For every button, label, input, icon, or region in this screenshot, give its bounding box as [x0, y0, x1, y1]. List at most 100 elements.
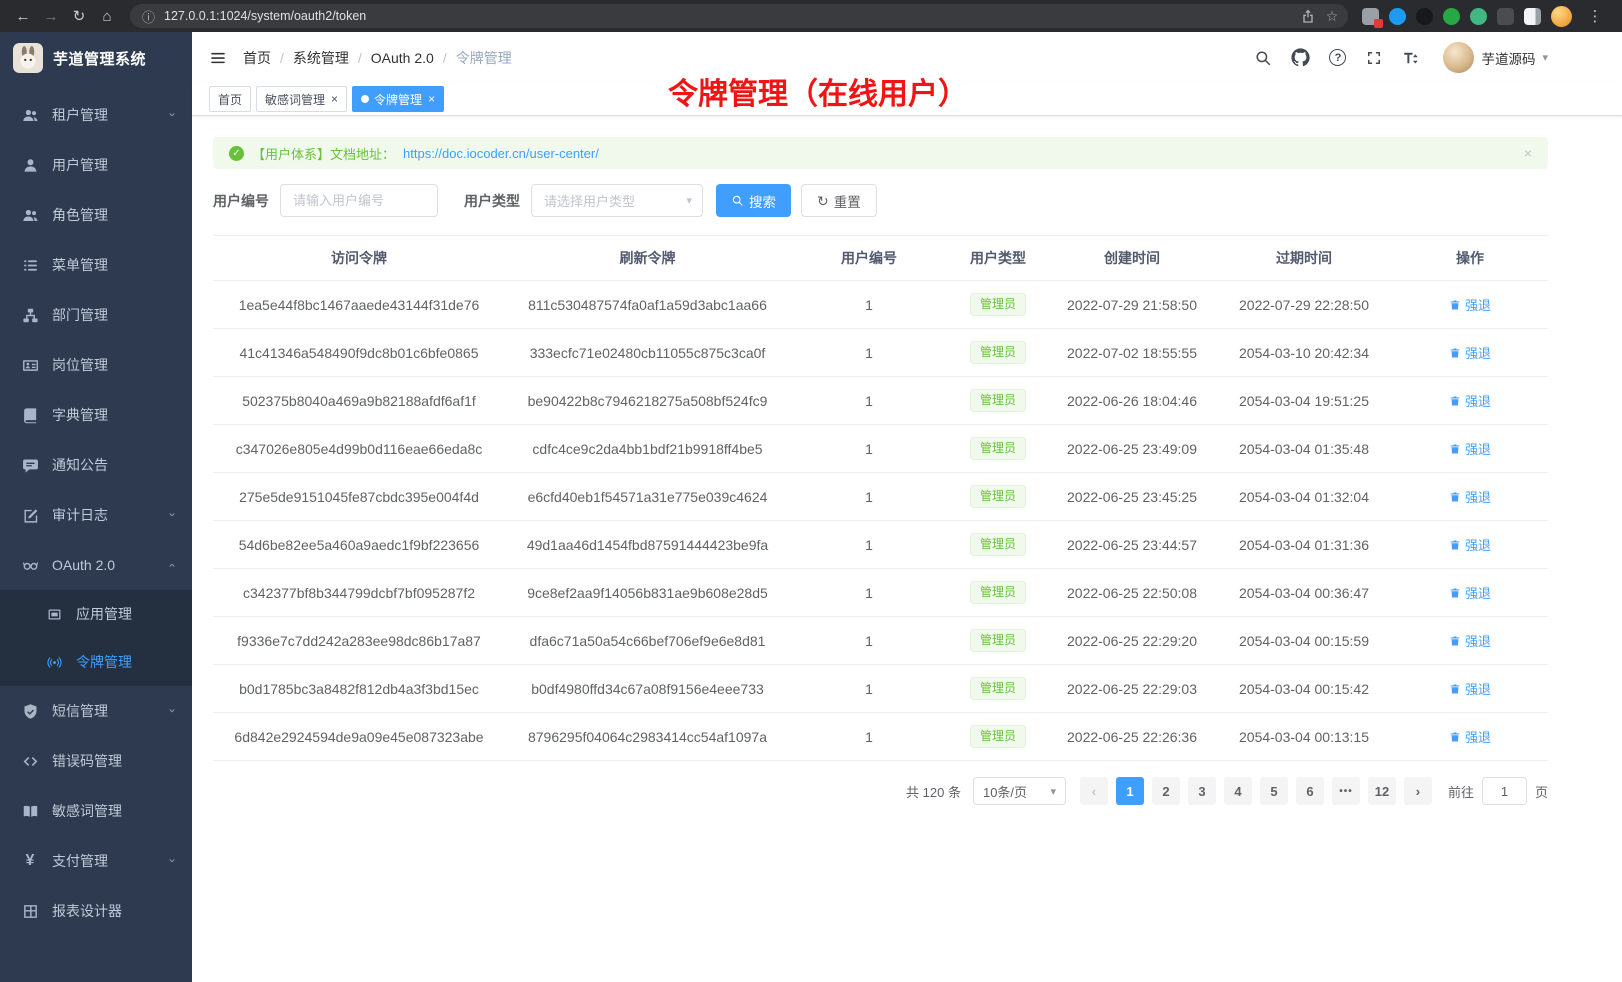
page-size-select[interactable]: 10条/页 ▾	[973, 777, 1066, 805]
active-tab-dot	[361, 95, 369, 103]
sidebar-item-label: 错误码管理	[52, 751, 177, 771]
share-icon[interactable]	[1296, 4, 1320, 28]
force-logout-button[interactable]: 强退	[1449, 631, 1491, 650]
cell-user-id: 1	[790, 281, 948, 329]
sidebar-item-error-code[interactable]: 错误码管理	[0, 736, 192, 786]
breadcrumb-home[interactable]: 首页	[243, 48, 271, 68]
sidebar-toggle-icon[interactable]	[209, 49, 227, 67]
home-icon[interactable]: ⌂	[94, 3, 120, 29]
breadcrumb-oauth[interactable]: OAuth 2.0	[371, 50, 434, 66]
page-button-6[interactable]: 6	[1296, 777, 1324, 805]
page-button-4[interactable]: 4	[1224, 777, 1252, 805]
force-logout-button[interactable]: 强退	[1449, 583, 1491, 602]
breadcrumb-current: 令牌管理	[456, 48, 512, 68]
close-icon[interactable]: ×	[331, 93, 338, 105]
caret-down-icon: ▾	[686, 194, 692, 207]
sidebar-item-oauth-app[interactable]: 应用管理	[0, 590, 192, 638]
search-button[interactable]: 搜索	[716, 184, 791, 217]
sidebar-item-tenant[interactable]: 租户管理	[0, 90, 192, 140]
next-page-button[interactable]: ›	[1404, 777, 1432, 805]
side-panel-icon[interactable]	[1524, 8, 1541, 25]
github-icon[interactable]	[1291, 48, 1310, 67]
tab-token-mgmt[interactable]: 令牌管理 ×	[352, 86, 444, 112]
page-button-5[interactable]: 5	[1260, 777, 1288, 805]
sidebar-item-oauth[interactable]: OAuth 2.0	[0, 540, 192, 590]
sidebar-item-sms[interactable]: 短信管理	[0, 686, 192, 736]
cell-expire-time: 2054-03-04 00:13:15	[1216, 713, 1392, 761]
browser-profile-avatar[interactable]	[1551, 6, 1572, 27]
force-logout-button[interactable]: 强退	[1449, 535, 1491, 554]
cell-create-time: 2022-06-25 23:44:57	[1048, 521, 1216, 569]
reload-icon[interactable]: ↻	[66, 3, 92, 29]
tab-home[interactable]: 首页	[209, 86, 251, 112]
user-type-badge: 管理员	[970, 293, 1026, 317]
sidebar-item-notice[interactable]: 通知公告	[0, 440, 192, 490]
close-icon[interactable]: ×	[428, 93, 435, 105]
page-button-2[interactable]: 2	[1152, 777, 1180, 805]
breadcrumb-system[interactable]: 系统管理	[293, 48, 349, 68]
force-logout-button[interactable]: 强退	[1449, 487, 1491, 506]
force-logout-button[interactable]: 强退	[1449, 343, 1491, 362]
search-button-label: 搜索	[749, 191, 776, 211]
force-logout-label: 强退	[1465, 343, 1491, 362]
extension-icon-1[interactable]	[1362, 8, 1379, 25]
force-logout-button[interactable]: 强退	[1449, 439, 1491, 458]
page-button-12[interactable]: 12	[1368, 777, 1396, 805]
sidebar-item-oauth-token[interactable]: 令牌管理	[0, 638, 192, 686]
user-type-badge: 管理员	[970, 485, 1026, 509]
goto-page-input[interactable]	[1482, 777, 1527, 805]
user-type-select[interactable]: 请选择用户类型 ▾	[531, 184, 703, 217]
more-pages-button[interactable]: •••	[1332, 777, 1360, 805]
help-icon[interactable]: ?	[1329, 49, 1346, 66]
force-logout-button[interactable]: 强退	[1449, 679, 1491, 698]
reset-button[interactable]: ↻ 重置	[801, 184, 877, 217]
page-button-1[interactable]: 1	[1116, 777, 1144, 805]
extension-icon-3[interactable]	[1416, 8, 1433, 25]
sidebar-item-post[interactable]: 岗位管理	[0, 340, 192, 390]
force-logout-label: 强退	[1465, 439, 1491, 458]
sidebar-item-payment[interactable]: ¥ 支付管理	[0, 836, 192, 886]
sidebar-menu: 租户管理 用户管理 角色管理 菜单管理 部门管理 岗位管理	[0, 84, 192, 936]
sidebar-item-sensitive-word[interactable]: 敏感词管理	[0, 786, 192, 836]
success-check-icon: ✓	[229, 146, 244, 161]
force-logout-button[interactable]: 强退	[1449, 391, 1491, 410]
search-icon[interactable]	[1254, 49, 1272, 67]
chevron-down-icon	[167, 856, 177, 866]
extension-icon-6[interactable]	[1497, 8, 1514, 25]
browser-menu-icon[interactable]: ⋮	[1582, 3, 1608, 29]
sidebar-item-audit-log[interactable]: 审计日志	[0, 490, 192, 540]
sidebar-item-report-designer[interactable]: 报表设计器	[0, 886, 192, 936]
fullscreen-icon[interactable]	[1365, 49, 1383, 67]
cell-access-token: b0d1785bc3a8482f812db4a3f3bd15ec	[213, 665, 505, 713]
app-root: 芋道管理系统 租户管理 用户管理 角色管理 菜单管理 部门管理	[0, 32, 1622, 982]
user-id-input[interactable]	[280, 184, 438, 217]
forward-icon[interactable]: →	[38, 3, 64, 29]
bookmark-star-icon[interactable]: ☆	[1320, 4, 1344, 28]
doc-alert: ✓ 【用户体系】文档地址： https://doc.iocoder.cn/use…	[213, 137, 1548, 169]
force-logout-button[interactable]: 强退	[1449, 727, 1491, 746]
font-size-icon[interactable]	[1402, 49, 1420, 67]
sidebar-item-menu[interactable]: 菜单管理	[0, 240, 192, 290]
force-logout-button[interactable]: 强退	[1449, 295, 1491, 314]
url-bar[interactable]: ⓘ 127.0.0.1:1024/system/oauth2/token ☆	[130, 4, 1348, 28]
extension-icon-2[interactable]	[1389, 8, 1406, 25]
page-button-3[interactable]: 3	[1188, 777, 1216, 805]
tab-sensitive-word[interactable]: 敏感词管理 ×	[256, 86, 347, 112]
back-icon[interactable]: ←	[10, 3, 36, 29]
cell-refresh-token: e6cfd40eb1f54571a31e775e039c4624	[505, 473, 790, 521]
doc-link[interactable]: https://doc.iocoder.cn/user-center/	[403, 146, 599, 161]
logo: 芋道管理系统	[0, 32, 192, 84]
sidebar-item-dept[interactable]: 部门管理	[0, 290, 192, 340]
site-info-icon[interactable]: ⓘ	[142, 7, 155, 26]
alert-close-icon[interactable]: ×	[1524, 145, 1532, 161]
book-icon	[21, 406, 39, 424]
cell-create-time: 2022-06-26 18:04:46	[1048, 377, 1216, 425]
extension-icon-5[interactable]	[1470, 8, 1487, 25]
extension-icon-4[interactable]	[1443, 8, 1460, 25]
chat-icon	[21, 456, 39, 474]
user-menu[interactable]: 芋道源码 ▾	[1443, 42, 1548, 73]
prev-page-button[interactable]: ‹	[1080, 777, 1108, 805]
sidebar-item-role[interactable]: 角色管理	[0, 190, 192, 240]
sidebar-item-user[interactable]: 用户管理	[0, 140, 192, 190]
sidebar-item-dict[interactable]: 字典管理	[0, 390, 192, 440]
